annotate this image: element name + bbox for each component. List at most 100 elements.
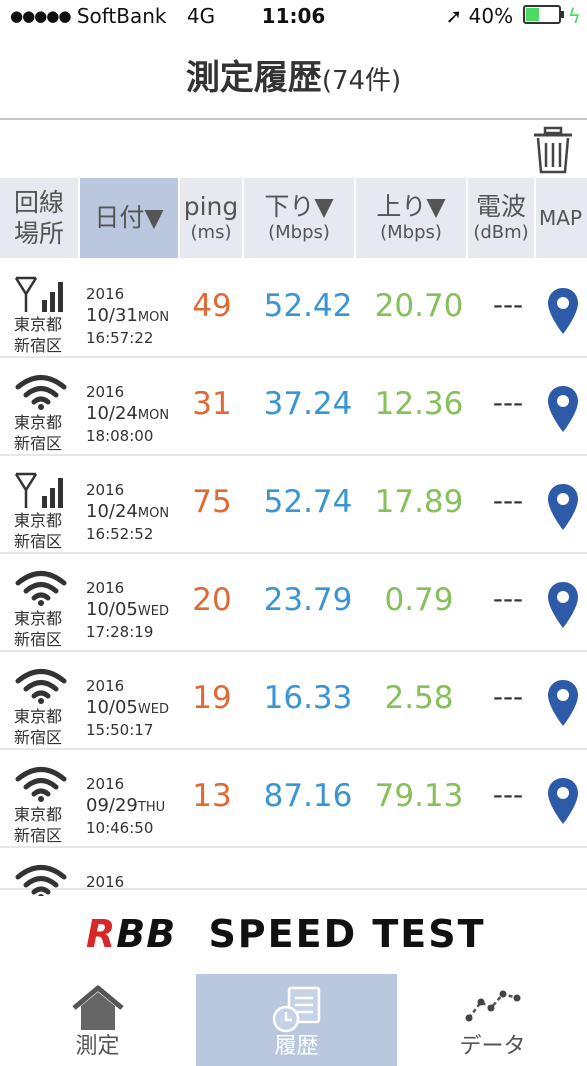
upload-value: 17.89 xyxy=(374,484,464,520)
tab-data[interactable]: データ xyxy=(398,974,587,1066)
column-header-location[interactable]: 回線 場所 xyxy=(0,178,80,258)
battery-icon xyxy=(523,5,565,24)
month-day: 10/31 xyxy=(86,305,138,326)
header-download-unit: (Mbps) xyxy=(268,222,330,244)
ward: 新宿区 xyxy=(14,434,63,453)
date-cell: 2016 10/05WED 17:28:19 xyxy=(86,578,169,643)
download-value: 16.33 xyxy=(263,680,353,716)
brand-logo: RBB SPEED TEST xyxy=(86,912,486,956)
page-title: 測定履歴(74件) xyxy=(0,50,587,99)
location-cell: 東京都 新宿区 xyxy=(14,608,62,650)
map-pin-icon[interactable] xyxy=(546,384,580,434)
day-of-week: MON xyxy=(137,408,170,423)
signal-value: --- xyxy=(492,484,524,517)
header-upload-label: 上り▼ xyxy=(376,192,446,222)
ward: 新宿区 xyxy=(14,336,63,355)
ping-value: 75 xyxy=(192,484,232,520)
column-header-ping[interactable]: ping (ms) xyxy=(180,178,244,258)
tab-bar: 測定 履歴 データ xyxy=(0,974,587,1066)
year: 2016 xyxy=(86,285,125,303)
header-signal-unit: (dBm) xyxy=(473,222,529,244)
tab-measure-label: 測定 xyxy=(75,1034,120,1059)
ward: 新宿区 xyxy=(14,728,63,747)
column-header-upload[interactable]: 上り▼ (Mbps) xyxy=(356,178,468,258)
header-date-label: 日付▼ xyxy=(94,203,164,232)
title-divider xyxy=(0,118,587,120)
column-header-date[interactable]: 日付▼ xyxy=(80,178,180,258)
prefecture: 東京都 xyxy=(14,315,63,334)
tab-measure[interactable]: 測定 xyxy=(0,974,195,1066)
map-pin-icon[interactable] xyxy=(546,286,580,336)
map-pin-icon[interactable] xyxy=(546,580,580,630)
header-upload-unit: (Mbps) xyxy=(380,222,442,244)
time: 16:57:22 xyxy=(86,329,154,347)
table-row[interactable]: 東京都 新宿区 2016 10/31MON 16:57:22 49 52.42 20.70 --… xyxy=(0,262,587,358)
date-cell: 2016 10/31MON 16:57:22 xyxy=(86,284,169,349)
header-map-label: MAP xyxy=(539,206,582,230)
ward: 新宿区 xyxy=(14,532,63,551)
ping-value: 20 xyxy=(192,582,232,618)
table-row[interactable]: 東京都 新宿区 2016 09/29THU 10:46:50 13 87.16 79.13 --… xyxy=(0,752,587,848)
wifi-icon xyxy=(14,766,68,802)
ping-value: 13 xyxy=(192,778,232,814)
time: 18:08:00 xyxy=(86,427,154,445)
location-arrow-icon: ➚ xyxy=(445,4,463,28)
table-row[interactable]: 東京都 新宿区 2016 10/24MON 16:52:52 75 52.74 17.89 --… xyxy=(0,458,587,554)
column-header-signal[interactable]: 電波 (dBm) xyxy=(468,178,536,258)
header-signal-label: 電波 xyxy=(475,192,526,222)
year: 2016 xyxy=(86,383,125,401)
cellular-antenna-icon xyxy=(14,276,68,312)
year: 2016 xyxy=(86,873,125,891)
table-row[interactable]: 東京都 新宿区 2016 10/24MON 18:08:00 31 37.24 12.36 --… xyxy=(0,360,587,456)
signal-value: --- xyxy=(492,386,524,419)
tab-history[interactable]: 履歴 xyxy=(196,974,397,1066)
brand-speed-test: SPEED TEST xyxy=(208,912,486,956)
date-cell: 2016 10/24MON 18:08:00 xyxy=(86,382,169,447)
table-row[interactable]: 東京都 新宿区 2016 10/05WED 17:28:19 20 23.79 0.79 --- xyxy=(0,556,587,652)
header-download-label: 下り▼ xyxy=(264,192,334,222)
tab-data-label: データ xyxy=(459,1034,526,1059)
location-cell: 東京都 新宿区 xyxy=(14,510,62,552)
record-count: (74件) xyxy=(321,66,402,96)
time: 15:50:17 xyxy=(86,721,154,739)
ping-value: 19 xyxy=(192,680,232,716)
day-of-week: WED xyxy=(137,604,169,619)
table-row[interactable]: 東京都 新宿区 2016 10/05WED 15:50:17 19 16.33 2.58 --- xyxy=(0,654,587,750)
signal-value: --- xyxy=(492,288,524,321)
map-pin-icon[interactable] xyxy=(546,678,580,728)
column-header-map: MAP xyxy=(536,178,587,258)
wifi-icon xyxy=(14,374,68,410)
ping-value: 31 xyxy=(192,386,232,422)
brand-rbb: RBB xyxy=(86,912,177,956)
date-cell: 2016 xyxy=(86,872,124,893)
month-day: 10/05 xyxy=(86,599,138,620)
graph-icon xyxy=(465,990,520,1022)
year: 2016 xyxy=(86,579,125,597)
wifi-icon xyxy=(14,864,68,900)
table-row[interactable]: 2016 xyxy=(0,850,587,900)
history-icon xyxy=(272,986,320,1033)
location-cell: 東京都 新宿区 xyxy=(14,412,62,454)
prefecture: 東京都 xyxy=(14,805,63,824)
header-ping-label: ping xyxy=(183,192,239,222)
month-day: 09/29 xyxy=(86,795,138,816)
tab-history-label: 履歴 xyxy=(274,1034,319,1059)
upload-value: 2.58 xyxy=(384,680,454,716)
ping-value: 49 xyxy=(192,288,232,324)
column-header-download[interactable]: 下り▼ (Mbps) xyxy=(244,178,356,258)
year: 2016 xyxy=(86,677,125,695)
map-pin-icon[interactable] xyxy=(546,776,580,826)
wifi-icon xyxy=(14,668,68,704)
date-cell: 2016 10/24MON 16:52:52 xyxy=(86,480,169,545)
day-of-week: WED xyxy=(137,702,169,717)
year: 2016 xyxy=(86,481,125,499)
upload-value: 0.79 xyxy=(384,582,454,618)
location-cell: 東京都 新宿区 xyxy=(14,314,62,356)
map-pin-icon[interactable] xyxy=(546,482,580,532)
prefecture: 東京都 xyxy=(14,413,63,432)
brand-banner: RBB SPEED TEST xyxy=(0,896,587,974)
signal-value: --- xyxy=(492,680,524,713)
ward: 新宿区 xyxy=(14,630,63,649)
time: 10:46:50 xyxy=(86,819,154,837)
trash-icon[interactable] xyxy=(532,126,574,174)
